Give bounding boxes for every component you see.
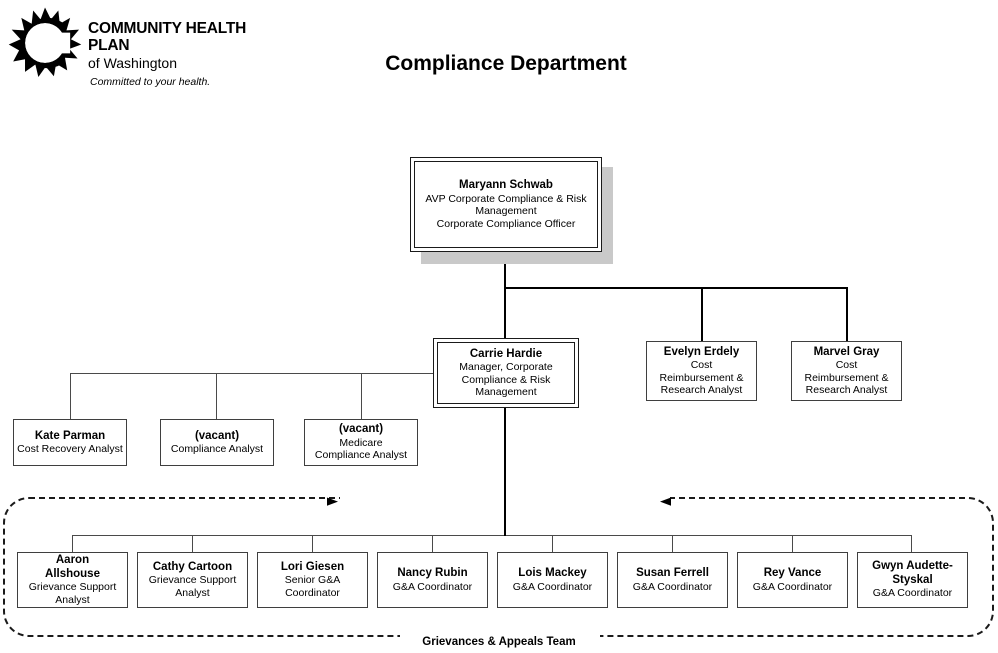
node-lori-giesen[interactable]: Lori Giesen Senior G&A Coordinator	[257, 552, 368, 608]
sunburst-c-logo-icon	[8, 6, 82, 80]
connector-drop-nancy	[432, 535, 433, 552]
node-name: Lois Mackey	[518, 567, 587, 579]
connector-bus-team	[72, 535, 912, 536]
node-title-line: Medicare	[339, 436, 383, 449]
node-lois-mackey[interactable]: Lois Mackey G&A Coordinator	[497, 552, 608, 608]
node-carrie-hardie[interactable]: Carrie Hardie Manager, Corporate Complia…	[433, 338, 579, 408]
node-title-line: Management	[475, 205, 537, 217]
company-logo: COMMUNITY HEALTH PLAN of Washington Comm…	[6, 4, 284, 90]
node-name: Evelyn Erdely	[663, 345, 740, 358]
node-title-line: AVP Corporate Compliance & Risk	[425, 192, 587, 205]
logo-tagline: Committed to your health.	[90, 76, 211, 88]
node-title-line: Reimbursement &	[659, 371, 744, 384]
node-title-line: G&A Coordinator	[752, 580, 833, 593]
node-name: Aaron	[55, 554, 90, 566]
node-gwyn-audette-styskal[interactable]: Gwyn Audette- Styskal G&A Coordinator	[857, 552, 968, 608]
node-name: Susan Ferrell	[636, 567, 709, 579]
node-title-line: Cost	[835, 359, 858, 371]
node-kate-parman[interactable]: Kate Parman Cost Recovery Analyst	[13, 419, 127, 466]
node-title-line: Manager, Corporate	[459, 361, 553, 373]
node-maryann-schwab[interactable]: Maryann Schwab AVP Corporate Compliance …	[410, 157, 602, 252]
connector-drop-kate	[70, 373, 71, 420]
node-vacant-compliance-analyst[interactable]: (vacant) Compliance Analyst	[160, 419, 274, 466]
node-title-line: Senior G&A	[284, 574, 341, 587]
node-name: Lori Giesen	[280, 560, 345, 573]
connector-drop-vacant-2	[361, 373, 362, 420]
node-vacant-medicare-compliance-analyst[interactable]: (vacant) Medicare Compliance Analyst	[304, 419, 418, 466]
team-caption: Grievances & Appeals Team	[422, 636, 576, 648]
node-title-line: Compliance & Risk	[461, 373, 551, 386]
connector-drop-lois	[552, 535, 553, 552]
node-name: Gwyn Audette-	[872, 560, 953, 573]
arrow-right-icon	[326, 494, 342, 515]
connector-bus-level3	[70, 373, 433, 374]
node-nancy-rubin[interactable]: Nancy Rubin G&A Coordinator	[377, 552, 488, 608]
node-aaron-allshouse[interactable]: Aaron Allshouse Grievance Support Analys…	[17, 552, 128, 608]
node-name: Allshouse	[45, 567, 100, 580]
node-title-line: Cost	[690, 359, 713, 371]
node-name: (vacant)	[194, 429, 240, 442]
connector-drop-cathy	[192, 535, 193, 552]
node-title-line: Corporate Compliance Officer	[436, 217, 576, 230]
node-rey-vance[interactable]: Rey Vance G&A Coordinator	[737, 552, 848, 608]
org-chart-canvas: COMMUNITY HEALTH PLAN of Washington Comm…	[0, 0, 998, 653]
node-name: Styskal	[892, 573, 933, 586]
connector-drop-gwyn	[911, 535, 912, 552]
node-title-line: Management	[475, 386, 537, 398]
connector-drop-marvel	[846, 287, 848, 341]
node-name: Carrie Hardie	[469, 347, 543, 360]
node-title-line: Reimbursement &	[804, 371, 889, 384]
node-title-line: Analyst	[175, 586, 210, 599]
node-marvel-gray[interactable]: Marvel Gray Cost Reimbursement & Researc…	[791, 341, 902, 401]
node-title-line: G&A Coordinator	[512, 580, 593, 593]
logo-line-1: COMMUNITY HEALTH PLAN	[88, 20, 247, 54]
node-title-line: Cost Recovery Analyst	[17, 443, 123, 455]
node-name: Rey Vance	[763, 567, 822, 579]
connector-bus-level2	[504, 287, 848, 289]
node-susan-ferrell[interactable]: Susan Ferrell G&A Coordinator	[617, 552, 728, 608]
node-title-line: Research Analyst	[805, 384, 888, 396]
connector-drop-vacant-1	[216, 373, 217, 420]
node-title-line: Compliance Analyst	[314, 449, 408, 462]
connector-drop-evelyn	[701, 287, 703, 341]
node-name: Kate Parman	[34, 429, 106, 442]
connector-drop-lori	[312, 535, 313, 552]
node-evelyn-erdely[interactable]: Evelyn Erdely Cost Reimbursement & Resea…	[646, 341, 757, 401]
node-name: (vacant)	[338, 423, 384, 436]
node-name: Nancy Rubin	[397, 567, 468, 579]
node-title-line: Grievance Support	[28, 581, 117, 593]
logo-wordmark: COMMUNITY HEALTH PLAN of Washington	[88, 20, 284, 71]
page-title: Compliance Department	[385, 52, 627, 75]
node-title-line: Grievance Support	[148, 574, 237, 587]
arrow-left-icon	[656, 494, 672, 515]
connector-drop-rey	[792, 535, 793, 552]
connector-trunk-team-overlay	[504, 494, 506, 536]
node-title-line: G&A Coordinator	[632, 580, 713, 593]
connector-drop-susan	[672, 535, 673, 552]
node-cathy-cartoon[interactable]: Cathy Cartoon Grievance Support Analyst	[137, 552, 248, 608]
node-title-line: Compliance Analyst	[170, 443, 264, 455]
node-name: Cathy Cartoon	[152, 560, 233, 573]
node-title-line: Analyst	[55, 593, 90, 606]
node-title-line: G&A Coordinator	[392, 580, 473, 593]
logo-line-2: of Washington	[88, 55, 177, 71]
connector-drop-aaron	[72, 535, 73, 552]
node-title-line: G&A Coordinator	[872, 587, 953, 600]
connector-drop-carrie	[504, 287, 506, 338]
node-name: Maryann Schwab	[459, 179, 553, 191]
node-title-line: Research Analyst	[660, 384, 743, 396]
node-name: Marvel Gray	[813, 345, 880, 358]
node-title-line: Coordinator	[285, 586, 340, 599]
